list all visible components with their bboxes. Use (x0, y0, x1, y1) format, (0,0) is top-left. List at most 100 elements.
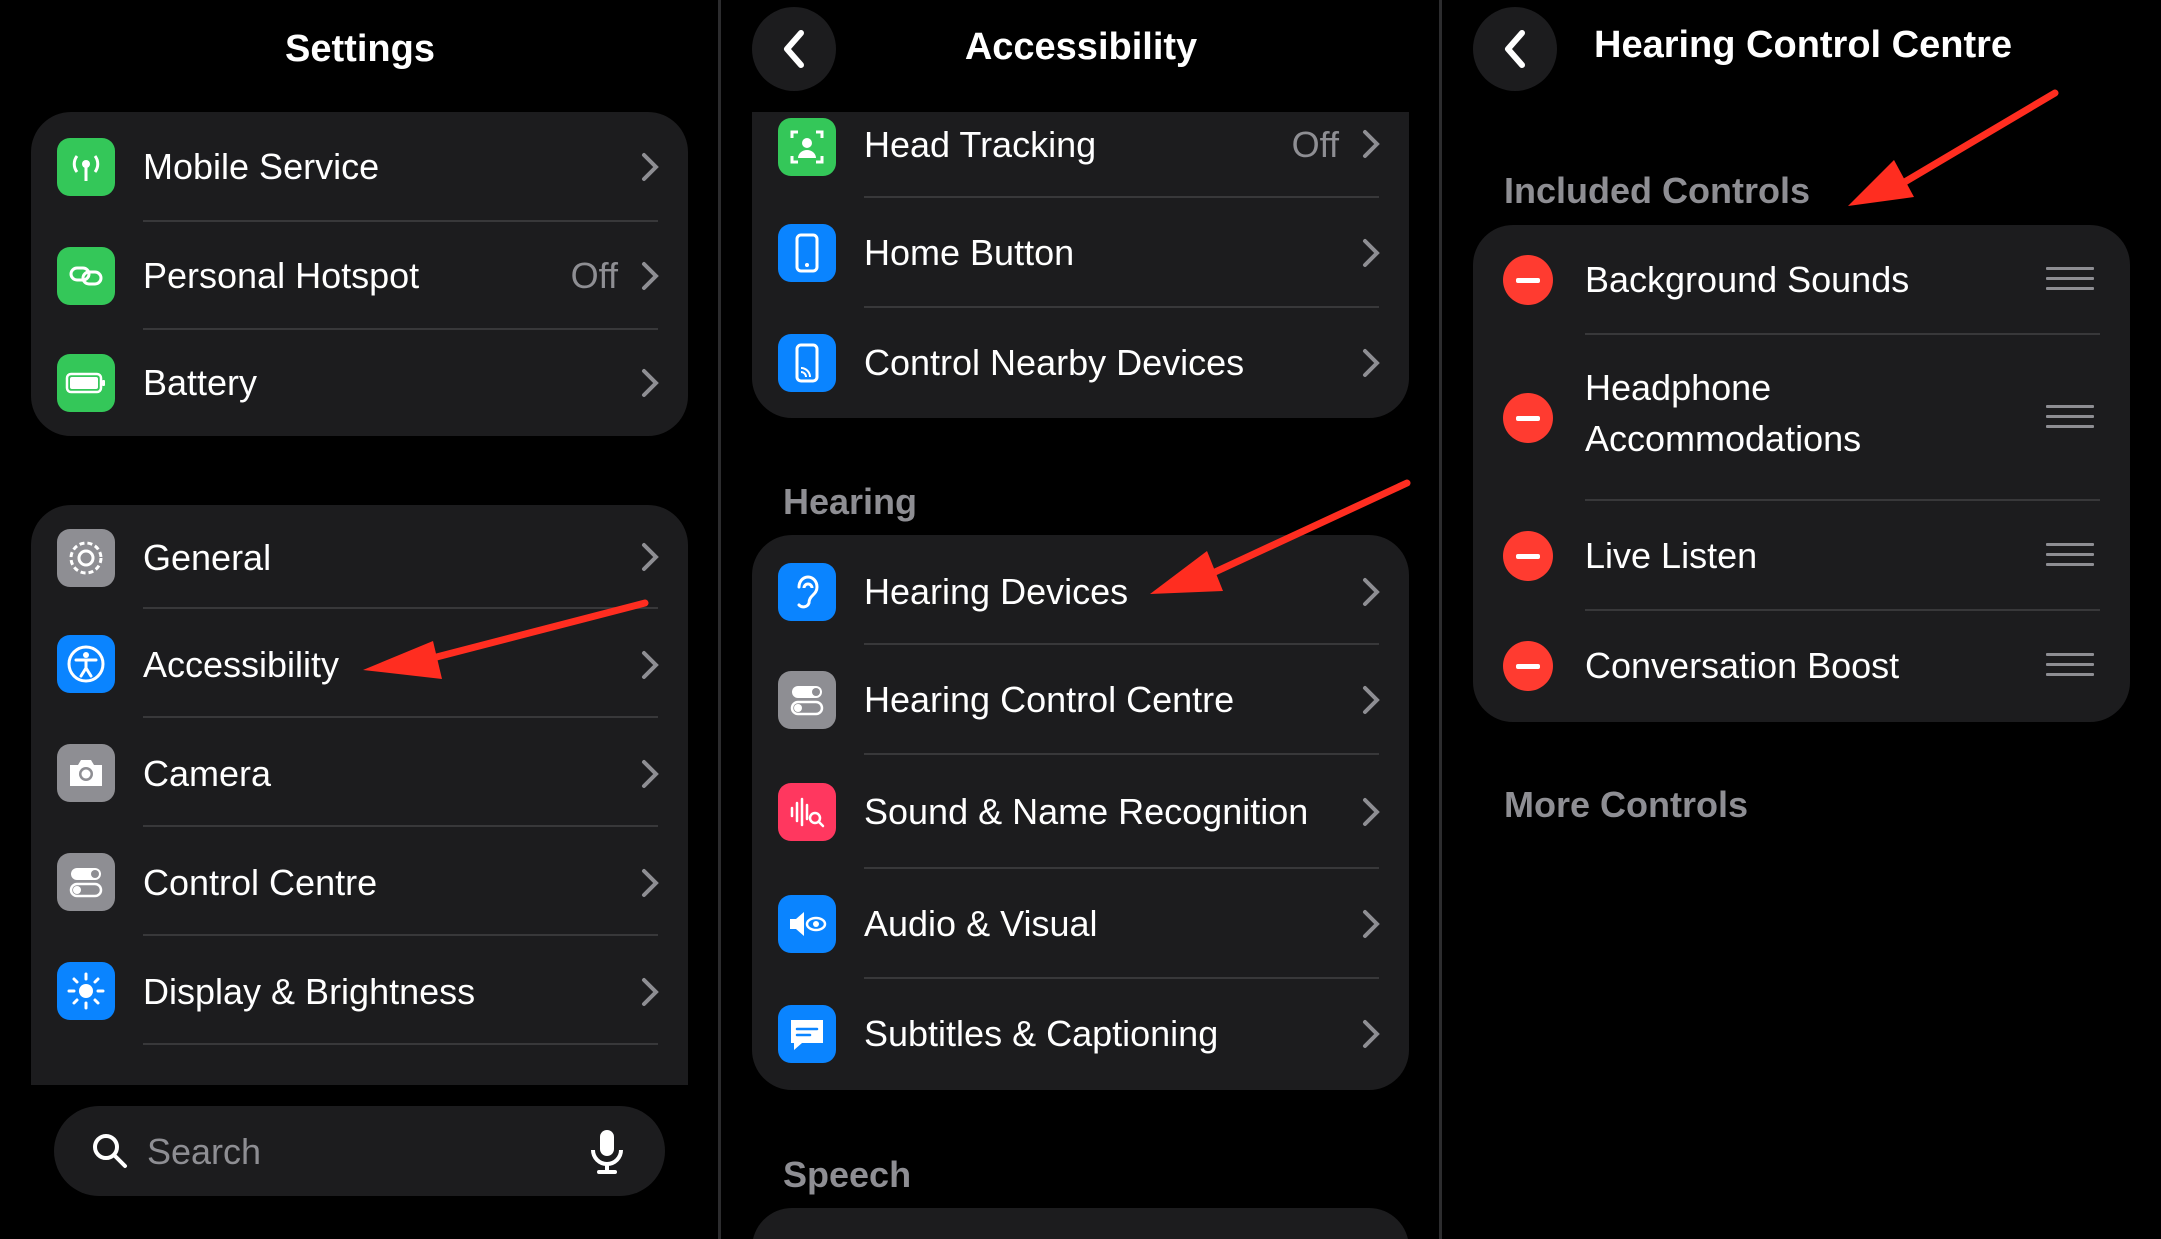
search-icon (93, 1134, 127, 1168)
search-input[interactable]: Search (147, 1131, 261, 1173)
speaker-eye-icon (778, 895, 836, 953)
nearby-devices-icon (778, 334, 836, 392)
settings-row-camera[interactable]: Camera (31, 718, 688, 827)
home-button-icon (778, 224, 836, 282)
waveform-icon (778, 783, 836, 841)
accessibility-row-sound-name-recognition[interactable]: Sound & Name Recognition (752, 755, 1409, 869)
accessibility-row-label: Subtitles & Captioning (864, 1013, 1219, 1054)
microphone-icon[interactable] (589, 1128, 625, 1176)
settings-row-label: Mobile Service (143, 146, 380, 187)
hotspot-status: Off (570, 255, 618, 296)
caption-icon (778, 1005, 836, 1063)
accessibility-row-hearing-control-centre[interactable]: Hearing Control Centre (752, 645, 1409, 755)
accessibility-row-label: Hearing Control Centre (864, 679, 1235, 720)
chevron-right-icon (1363, 578, 1380, 606)
chevron-right-icon (642, 760, 659, 788)
control-label: Live Listen (1585, 535, 1758, 576)
chevron-right-icon (1363, 349, 1380, 377)
accessibility-row-label: Home Button (864, 232, 1075, 273)
accessibility-row-label: Hearing Devices (864, 571, 1129, 612)
chevron-right-icon (642, 651, 659, 679)
control-label: Headphone (1585, 367, 1772, 408)
control-row-headphone-accommodations: Headphone Accommodations (1473, 335, 2130, 501)
accessibility-row-home-button[interactable]: Home Button (752, 198, 1409, 308)
page-title: Hearing Control Centre (1594, 24, 2013, 66)
remove-control-button[interactable] (1503, 641, 1553, 691)
chevron-right-icon (1363, 910, 1380, 938)
accessibility-panel: Accessibility Head Tracking Off Home But… (721, 0, 1441, 1239)
reorder-handle-icon[interactable] (2046, 267, 2094, 293)
section-header-included-controls: Included Controls (1504, 170, 1810, 211)
control-row-live-listen: Live Listen (1473, 501, 2130, 611)
settings-group-connectivity: Mobile Service Personal Hotspot Off Batt… (31, 112, 688, 436)
back-button[interactable] (1473, 7, 1557, 91)
head-tracking-status: Off (1291, 124, 1339, 165)
section-header-hearing: Hearing (783, 481, 918, 522)
control-label-line2: Accommodations (1585, 418, 1862, 459)
accessibility-row-subtitles-captioning[interactable]: Subtitles & Captioning (752, 979, 1409, 1090)
separator (143, 1043, 658, 1045)
section-header-speech: Speech (783, 1154, 912, 1195)
settings-row-control-centre[interactable]: Control Centre (31, 827, 688, 936)
control-row-conversation-boost: Conversation Boost (1473, 611, 2130, 722)
settings-row-mobile-service[interactable]: Mobile Service (31, 112, 688, 222)
chevron-left-icon (1505, 30, 1525, 68)
accessibility-icon (57, 635, 115, 693)
accessibility-row-head-tracking[interactable]: Head Tracking Off (752, 112, 1409, 198)
chevron-right-icon (642, 153, 659, 181)
chevron-right-icon (642, 978, 659, 1006)
accessibility-group-physical: Head Tracking Off Home Button Control Ne… (752, 112, 1409, 418)
toggles-icon (778, 671, 836, 729)
reorder-handle-icon[interactable] (2046, 543, 2094, 569)
section-header-more-controls: More Controls (1504, 784, 1749, 825)
settings-group-general: General Accessibility Camera Control Cen… (31, 505, 688, 1085)
accessibility-row-control-nearby-devices[interactable]: Control Nearby Devices (752, 308, 1409, 418)
remove-control-button[interactable] (1503, 393, 1553, 443)
remove-control-button[interactable] (1503, 255, 1553, 305)
accessibility-group-hearing: Hearing Devices Hearing Control Centre S… (752, 535, 1409, 1090)
settings-row-general[interactable]: General (31, 505, 688, 609)
remove-control-button[interactable] (1503, 531, 1553, 581)
settings-row-accessibility[interactable]: Accessibility (31, 609, 688, 718)
page-title: Settings (285, 28, 435, 70)
antenna-icon (57, 138, 115, 196)
accessibility-group-speech (752, 1208, 1409, 1239)
chevron-right-icon (642, 369, 659, 397)
settings-row-label: Battery (143, 362, 258, 403)
accessibility-row-label: Audio & Visual (864, 903, 1098, 944)
accessibility-row-hearing-devices[interactable]: Hearing Devices (752, 535, 1409, 645)
settings-row-label: Display & Brightness (143, 971, 476, 1012)
settings-row-label: Camera (143, 753, 272, 794)
control-row-background-sounds: Background Sounds (1473, 225, 2130, 335)
search-bar[interactable]: Search (54, 1106, 665, 1196)
hearing-control-centre-panel: Hearing Control Centre Included Controls… (1442, 0, 2161, 1239)
settings-row-label: Personal Hotspot (143, 255, 420, 296)
accessibility-row-label: Control Nearby Devices (864, 342, 1245, 383)
chevron-right-icon (642, 869, 659, 897)
control-label: Conversation Boost (1585, 645, 1900, 686)
chevron-right-icon (642, 543, 659, 571)
settings-row-display-brightness[interactable]: Display & Brightness (31, 936, 688, 1045)
settings-row-label: General (143, 537, 272, 578)
accessibility-row-audio-visual[interactable]: Audio & Visual (752, 869, 1409, 979)
chevron-right-icon (1363, 239, 1380, 267)
control-label: Background Sounds (1585, 259, 1910, 300)
reorder-handle-icon[interactable] (2046, 405, 2094, 431)
chevron-right-icon (1363, 1020, 1380, 1048)
reorder-handle-icon[interactable] (2046, 653, 2094, 679)
chevron-right-icon (642, 262, 659, 290)
link-icon (57, 247, 115, 305)
gear-icon (57, 529, 115, 587)
battery-icon (57, 354, 115, 412)
camera-icon (57, 744, 115, 802)
accessibility-row-label: Sound & Name Recognition (864, 791, 1309, 832)
toggles-icon (57, 853, 115, 911)
head-tracking-icon (778, 118, 836, 176)
settings-row-battery[interactable]: Battery (31, 330, 688, 436)
settings-row-personal-hotspot[interactable]: Personal Hotspot Off (31, 222, 688, 330)
chevron-right-icon (1363, 798, 1380, 826)
settings-row-label: Accessibility (143, 644, 340, 685)
accessibility-row-label: Head Tracking (864, 124, 1097, 165)
sun-icon (57, 962, 115, 1020)
chevron-right-icon (1363, 686, 1380, 714)
